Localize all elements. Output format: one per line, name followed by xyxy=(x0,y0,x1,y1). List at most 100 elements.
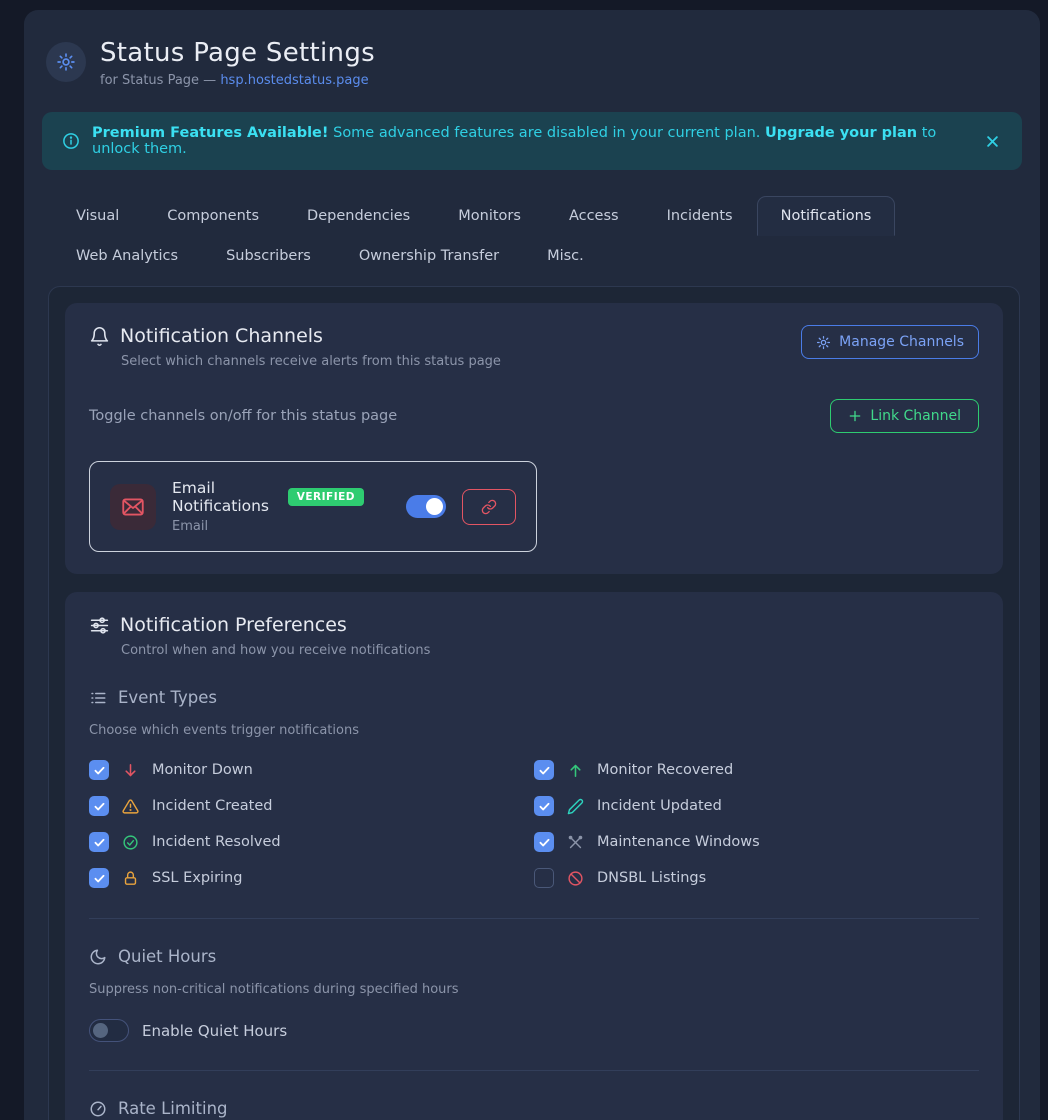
event-types-subtitle: Choose which events trigger notification… xyxy=(89,723,979,738)
checkbox-ssl-expiring[interactable] xyxy=(89,868,109,888)
rate-limiting-title: Rate Limiting xyxy=(118,1099,228,1118)
checkbox-incident-created[interactable] xyxy=(89,796,109,816)
tab-incidents[interactable]: Incidents xyxy=(643,196,757,236)
rate-limiting-header: Rate Limiting xyxy=(89,1099,979,1118)
arrow-up-icon xyxy=(567,762,584,779)
manage-channels-label: Manage Channels xyxy=(839,334,964,350)
verified-badge: VERIFIED xyxy=(288,488,364,506)
quiet-hours-title: Quiet Hours xyxy=(118,947,216,966)
event-item-incident-updated: Incident Updated xyxy=(534,794,979,818)
tab-dependencies[interactable]: Dependencies xyxy=(283,196,434,236)
page-title: Status Page Settings xyxy=(100,38,375,68)
event-types-title: Event Types xyxy=(118,688,217,707)
event-item-ssl-expiring: SSL Expiring xyxy=(89,866,534,890)
channel-name: Email Notifications xyxy=(172,479,278,515)
banner-text: Premium Features Available! Some advance… xyxy=(92,125,971,157)
divider xyxy=(89,918,979,919)
event-types-grid: Monitor Down Monitor Recovered xyxy=(89,758,979,890)
preferences-title: Notification Preferences xyxy=(120,614,347,636)
event-item-maintenance-windows: Maintenance Windows xyxy=(534,830,979,854)
plus-icon xyxy=(848,409,862,423)
tab-ownership-transfer[interactable]: Ownership Transfer xyxy=(335,236,523,276)
info-icon xyxy=(62,132,80,150)
checkbox-dnsbl-listings[interactable] xyxy=(534,868,554,888)
email-channel-toggle[interactable] xyxy=(406,495,446,518)
lock-icon xyxy=(122,870,139,887)
channels-title: Notification Channels xyxy=(120,325,323,347)
divider xyxy=(89,1070,979,1071)
close-icon[interactable] xyxy=(983,132,1002,151)
chain-link-icon xyxy=(481,499,497,515)
channel-actions xyxy=(406,489,516,525)
event-label: Monitor Recovered xyxy=(597,762,733,778)
channels-title-block: Notification Channels Select which chann… xyxy=(89,325,501,369)
check-circle-icon xyxy=(122,834,139,851)
status-page-link[interactable]: hsp.hostedstatus.page xyxy=(220,73,368,88)
settings-card: Status Page Settings for Status Page — h… xyxy=(24,10,1040,1120)
tab-monitors[interactable]: Monitors xyxy=(434,196,545,236)
event-label: SSL Expiring xyxy=(152,870,242,886)
event-label: Maintenance Windows xyxy=(597,834,760,850)
settings-tabs: Visual Components Dependencies Monitors … xyxy=(52,196,1012,276)
channels-subtitle: Select which channels receive alerts fro… xyxy=(121,354,501,369)
unlink-channel-button[interactable] xyxy=(462,489,516,525)
event-item-monitor-recovered: Monitor Recovered xyxy=(534,758,979,782)
quiet-hours-toggle[interactable] xyxy=(89,1019,129,1042)
notifications-panel: Notification Channels Select which chann… xyxy=(48,286,1020,1120)
premium-banner: Premium Features Available! Some advance… xyxy=(42,112,1022,170)
event-item-incident-created: Incident Created xyxy=(89,794,534,818)
gear-icon xyxy=(46,42,86,82)
page-subtitle: for Status Page — hsp.hostedstatus.page xyxy=(100,73,375,88)
checkbox-monitor-recovered[interactable] xyxy=(534,760,554,780)
tab-components[interactable]: Components xyxy=(143,196,283,236)
link-channel-button[interactable]: Link Channel xyxy=(830,399,979,433)
moon-icon xyxy=(89,948,107,966)
list-icon xyxy=(89,689,107,707)
upgrade-plan-link[interactable]: Upgrade your plan xyxy=(765,125,917,141)
event-item-dnsbl-listings: DNSBL Listings xyxy=(534,866,979,890)
manage-channels-button[interactable]: Manage Channels xyxy=(801,325,979,359)
toggle-hint-row: Toggle channels on/off for this status p… xyxy=(89,399,979,433)
quiet-hours-header: Quiet Hours xyxy=(89,947,979,966)
channel-type: Email xyxy=(172,519,364,534)
toggle-hint: Toggle channels on/off for this status p… xyxy=(89,408,397,424)
toggle-knob xyxy=(426,498,443,515)
banner-middle: Some advanced features are disabled in y… xyxy=(329,125,766,141)
gear-icon xyxy=(816,335,831,350)
event-label: DNSBL Listings xyxy=(597,870,706,886)
notification-preferences-section: Notification Preferences Control when an… xyxy=(65,592,1003,1120)
channel-info: Email Notifications VERIFIED Email xyxy=(172,479,364,534)
quiet-hours-toggle-label: Enable Quiet Hours xyxy=(142,1022,287,1040)
quiet-hours-toggle-row: Enable Quiet Hours xyxy=(89,1019,979,1042)
envelope-icon xyxy=(110,484,156,530)
channels-header: Notification Channels Select which chann… xyxy=(89,325,979,369)
event-label: Incident Created xyxy=(152,798,272,814)
checkbox-incident-updated[interactable] xyxy=(534,796,554,816)
bell-icon xyxy=(89,326,110,347)
event-item-monitor-down: Monitor Down xyxy=(89,758,534,782)
tools-icon xyxy=(567,834,584,851)
event-item-incident-resolved: Incident Resolved xyxy=(89,830,534,854)
checkbox-monitor-down[interactable] xyxy=(89,760,109,780)
tab-notifications[interactable]: Notifications xyxy=(757,196,896,236)
toggle-knob xyxy=(93,1023,108,1038)
tab-visual[interactable]: Visual xyxy=(52,196,143,236)
pencil-icon xyxy=(567,798,584,815)
preferences-subtitle: Control when and how you receive notific… xyxy=(121,643,979,658)
gauge-icon xyxy=(89,1100,107,1118)
tab-access[interactable]: Access xyxy=(545,196,643,236)
subtitle-prefix: for Status Page — xyxy=(100,73,220,88)
tab-misc[interactable]: Misc. xyxy=(523,236,608,276)
arrow-down-icon xyxy=(122,762,139,779)
checkbox-incident-resolved[interactable] xyxy=(89,832,109,852)
link-channel-label: Link Channel xyxy=(870,408,961,424)
checkbox-maintenance-windows[interactable] xyxy=(534,832,554,852)
notification-channels-section: Notification Channels Select which chann… xyxy=(65,303,1003,574)
no-entry-icon xyxy=(567,870,584,887)
tab-web-analytics[interactable]: Web Analytics xyxy=(52,236,202,276)
page-header: Status Page Settings for Status Page — h… xyxy=(40,28,1024,110)
banner-bold: Premium Features Available! xyxy=(92,125,329,141)
quiet-hours-subtitle: Suppress non-critical notifications duri… xyxy=(89,982,979,997)
channel-card-email: Email Notifications VERIFIED Email xyxy=(89,461,537,552)
tab-subscribers[interactable]: Subscribers xyxy=(202,236,335,276)
